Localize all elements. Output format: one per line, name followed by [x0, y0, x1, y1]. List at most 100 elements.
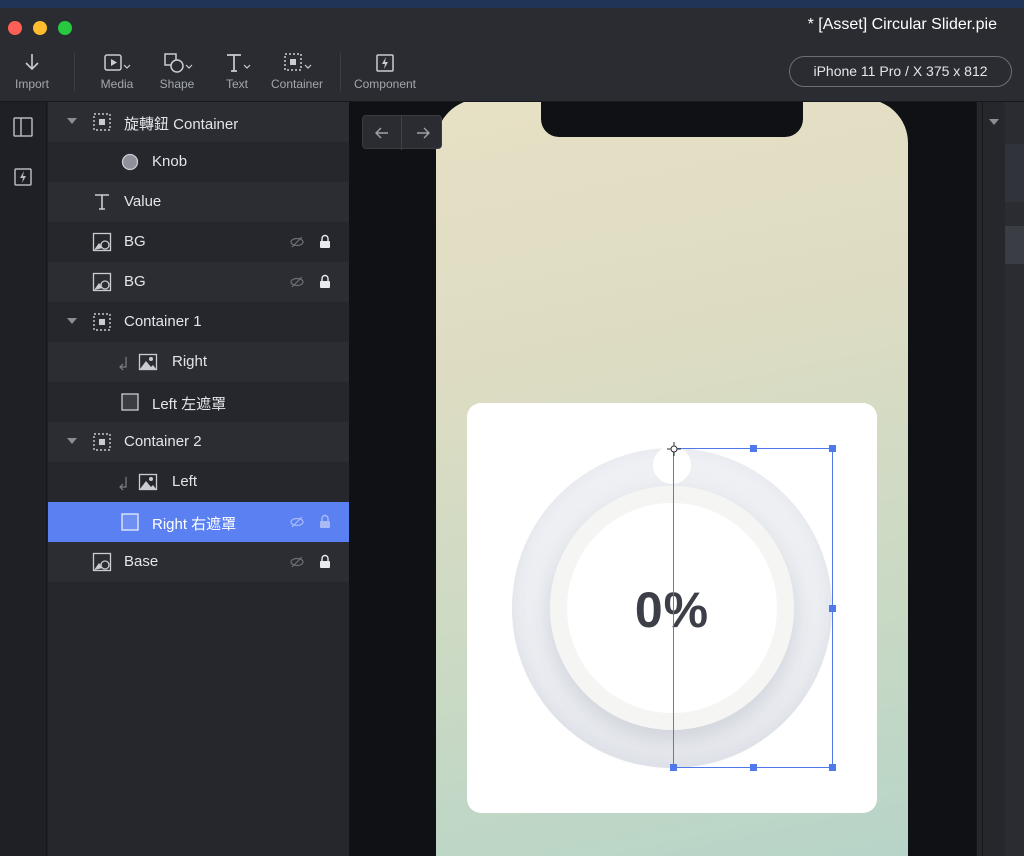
media-icon: [104, 54, 131, 71]
layer-row[interactable]: 旋轉鈕 Container: [48, 102, 349, 142]
dropdown-caret-icon[interactable]: [988, 116, 1000, 128]
anchor-point-icon[interactable]: [667, 442, 681, 456]
property-tab[interactable]: [1005, 144, 1024, 202]
property-tab[interactable]: [1005, 226, 1024, 264]
lock-icon[interactable]: [319, 554, 331, 569]
shape-icon: [164, 53, 193, 73]
close-window-button[interactable]: [8, 21, 22, 35]
container-label: Container: [270, 77, 324, 91]
image-icon: [138, 353, 158, 371]
container-icon: [284, 53, 312, 71]
resize-handle-top-center[interactable]: [750, 445, 757, 452]
layer-label: Container 2: [124, 433, 202, 450]
layer-label: Left: [172, 473, 198, 490]
layer-label: Left 左遮罩: [152, 396, 227, 413]
properties-strip: [1005, 102, 1024, 856]
system-menu-bar: [0, 0, 1024, 8]
hidden-eye-icon[interactable]: [290, 555, 304, 569]
resize-handle-middle-right[interactable]: [829, 605, 836, 612]
container-button[interactable]: Container: [268, 51, 326, 91]
text-label: Text: [225, 77, 248, 91]
design-canvas[interactable]: 0%: [349, 102, 976, 856]
image-icon: [138, 473, 158, 491]
image-shape-icon: [92, 232, 112, 252]
hidden-eye-icon[interactable]: [290, 235, 304, 249]
layer-label: BG: [124, 273, 146, 290]
app-window: * [Asset] Circular Slider.pie Import Med…: [0, 0, 1024, 856]
collapse-caret-icon[interactable]: [66, 115, 78, 127]
container-icon: [93, 433, 111, 451]
component-icon: [376, 54, 394, 72]
layer-label: Right 右遮罩: [152, 516, 237, 533]
canvas-navigation: [362, 115, 442, 150]
mask-link-icon: [119, 357, 127, 371]
layer-row[interactable]: BG: [48, 222, 349, 262]
nav-divider: [401, 116, 402, 150]
minimize-window-button[interactable]: [33, 21, 47, 35]
resize-handle-bottom-left[interactable]: [670, 764, 677, 771]
rectangle-icon: [121, 393, 139, 411]
layer-row[interactable]: Right: [48, 342, 349, 382]
shape-label: Shape: [159, 77, 195, 91]
device-selector[interactable]: iPhone 11 Pro / X 375 x 812: [789, 56, 1012, 87]
resize-handle-bottom-center[interactable]: [750, 764, 757, 771]
component-icon[interactable]: [12, 166, 34, 188]
layer-label: 旋轉鈕 Container: [124, 116, 239, 133]
image-shape-icon: [92, 272, 112, 292]
toolbar-divider: [340, 53, 341, 91]
maximize-window-button[interactable]: [58, 21, 72, 35]
rectangle-icon: [121, 513, 139, 531]
toolbar-divider: [74, 53, 75, 91]
layer-row[interactable]: Left 左遮罩: [48, 382, 349, 422]
iphone-artboard[interactable]: 0%: [436, 102, 908, 856]
lock-icon[interactable]: [319, 234, 331, 249]
media-label: Media: [100, 77, 134, 91]
media-button[interactable]: Media: [97, 51, 137, 91]
layer-label: BG: [124, 233, 146, 250]
circle-icon: [121, 153, 139, 171]
forward-arrow-icon[interactable]: [414, 124, 432, 142]
layer-row[interactable]: Left: [48, 462, 349, 502]
title-bar: * [Asset] Circular Slider.pie: [0, 0, 1024, 45]
layer-row[interactable]: Value: [48, 182, 349, 222]
panels-icon[interactable]: [12, 116, 34, 138]
text-icon: [95, 194, 109, 210]
layer-row-selected[interactable]: Right 右遮罩: [48, 502, 349, 542]
image-shape-icon: [92, 552, 112, 572]
component-button[interactable]: Component: [350, 51, 420, 91]
shape-button[interactable]: Shape: [157, 51, 197, 91]
layer-label: Base: [124, 553, 159, 570]
layer-row[interactable]: Knob: [48, 142, 349, 182]
text-button[interactable]: Text: [222, 51, 252, 91]
panel-divider: [982, 102, 983, 856]
layer-label: Knob: [152, 153, 188, 170]
collapse-caret-icon[interactable]: [66, 315, 78, 327]
layer-row[interactable]: BG: [48, 262, 349, 302]
import-label: Import: [14, 77, 49, 91]
left-rail: [0, 102, 47, 856]
import-button[interactable]: Import: [12, 51, 52, 91]
back-arrow-icon[interactable]: [373, 124, 391, 142]
text-icon: [227, 54, 251, 72]
layers-panel: 旋轉鈕 Container Knob Value BG BG Container…: [48, 102, 349, 856]
layer-row[interactable]: Container 1: [48, 302, 349, 342]
container-icon: [93, 313, 111, 331]
toolbar: Import Media Shape Text Container Compon…: [0, 45, 1024, 102]
resize-handle-top-right[interactable]: [829, 445, 836, 452]
window-title: * [Asset] Circular Slider.pie: [807, 16, 997, 33]
layer-row[interactable]: Base: [48, 542, 349, 582]
layer-label: Value: [124, 193, 162, 210]
lock-icon[interactable]: [319, 274, 331, 289]
hidden-eye-icon[interactable]: [290, 275, 304, 289]
layer-row[interactable]: Container 2: [48, 422, 349, 462]
resize-handle-bottom-right[interactable]: [829, 764, 836, 771]
collapse-caret-icon[interactable]: [66, 435, 78, 447]
container-icon: [93, 113, 111, 131]
mask-link-icon: [119, 477, 127, 491]
import-arrow-icon: [25, 54, 39, 71]
selection-bounding-box[interactable]: [667, 442, 836, 771]
hidden-eye-icon[interactable]: [290, 515, 304, 529]
lock-icon[interactable]: [319, 514, 331, 529]
phone-notch: [541, 102, 803, 137]
layer-label: Right: [172, 353, 208, 370]
